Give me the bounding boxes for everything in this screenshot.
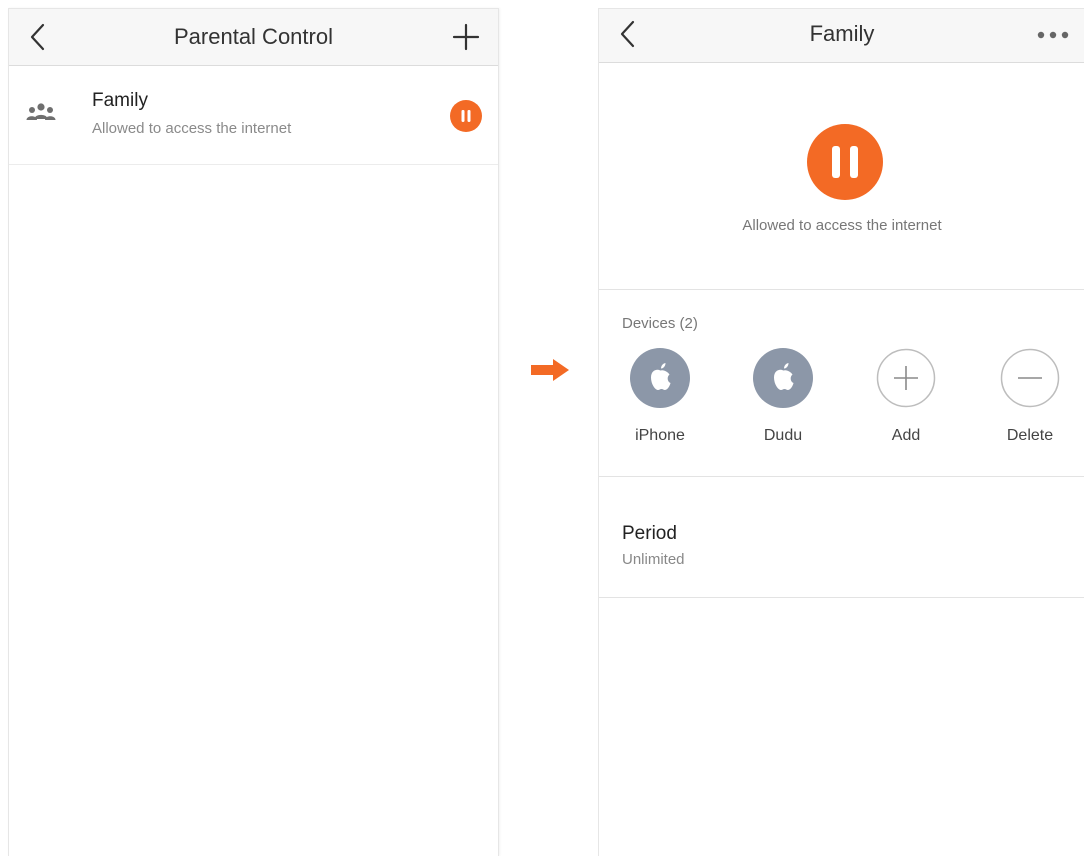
access-status-section: Allowed to access the internet [599, 63, 1084, 290]
minus-circle-icon [1000, 348, 1060, 408]
apple-icon [753, 348, 813, 408]
pause-icon[interactable] [450, 100, 482, 132]
page-title: Parental Control [174, 24, 333, 49]
period-title: Period [622, 523, 677, 544]
status-text: Allowed to access the internet [742, 217, 942, 234]
apple-icon [630, 348, 690, 408]
device-label: iPhone [635, 427, 685, 444]
device-iphone[interactable]: iPhone [615, 348, 705, 448]
plus-circle-icon [876, 348, 936, 408]
group-name: Family [92, 90, 148, 111]
delete-label: Delete [1006, 427, 1054, 444]
parental-control-screen: Parental Control Family Allowed to acces… [8, 8, 499, 856]
device-dudu[interactable]: Dudu [738, 348, 828, 448]
page-title: Family [809, 21, 875, 46]
arrow-right-icon [531, 359, 569, 381]
list-item-family[interactable]: Family Allowed to access the internet [9, 66, 498, 165]
delete-device-button[interactable]: Delete [985, 348, 1075, 448]
navbar: Family [599, 9, 1084, 63]
period-row[interactable]: Period Unlimited [599, 477, 1084, 598]
device-label: Dudu [763, 427, 803, 444]
add-label: Add [891, 427, 921, 444]
navbar: Parental Control [9, 9, 498, 66]
group-status: Allowed to access the internet [92, 120, 292, 137]
devices-section: Devices (2) iPhone Dudu Add Delete [599, 290, 1084, 477]
period-value: Unlimited [622, 551, 685, 568]
pause-icon[interactable] [807, 124, 883, 200]
plus-icon[interactable] [450, 21, 482, 53]
family-detail-screen: Family Allowed to access the internet De… [598, 8, 1084, 856]
devices-title: Devices (2) [622, 315, 698, 332]
more-dots-icon[interactable] [1033, 23, 1073, 47]
add-device-button[interactable]: Add [861, 348, 951, 448]
people-group-icon [26, 103, 56, 120]
